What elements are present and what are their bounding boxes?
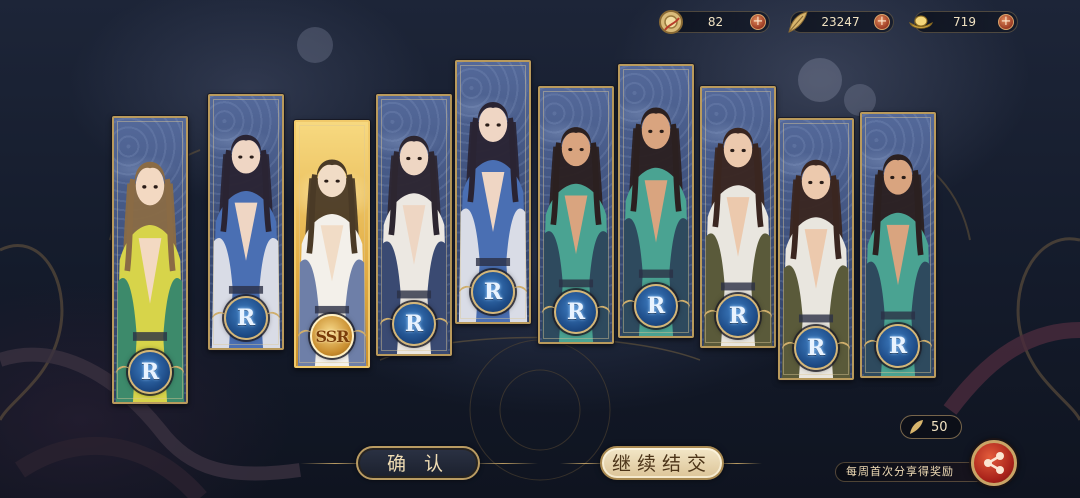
share-icon bbox=[984, 452, 1004, 474]
character-card[interactable]: R bbox=[538, 86, 614, 344]
share-hint: 每周首次分享得奖励 bbox=[835, 462, 985, 482]
rarity-label: R bbox=[728, 303, 748, 329]
character-card[interactable]: R bbox=[860, 112, 936, 378]
rarity-label: SSR bbox=[315, 326, 349, 346]
rarity-label: R bbox=[404, 311, 424, 337]
rarity-label: R bbox=[888, 333, 908, 359]
character-card[interactable]: R bbox=[376, 94, 452, 356]
character-card[interactable]: R bbox=[112, 116, 188, 404]
currency-coin: 82 + bbox=[659, 10, 770, 34]
character-card[interactable]: R bbox=[618, 64, 694, 338]
confirm-button[interactable]: 确 认 bbox=[356, 446, 480, 480]
rarity-label: R bbox=[140, 359, 160, 385]
add-feather-button[interactable]: + bbox=[874, 14, 890, 30]
character-card[interactable]: R bbox=[208, 94, 284, 350]
share-button[interactable] bbox=[971, 440, 1017, 486]
rarity-label: R bbox=[646, 293, 666, 319]
rarity-badge: R bbox=[128, 350, 172, 394]
character-card[interactable]: R bbox=[700, 86, 776, 348]
rarity-badge: R bbox=[876, 324, 920, 368]
add-gold-button[interactable]: + bbox=[998, 14, 1014, 30]
character-card[interactable]: SSR bbox=[294, 120, 370, 368]
character-card[interactable]: R bbox=[455, 60, 531, 324]
rarity-badge: R bbox=[471, 270, 515, 314]
currency-feather: 23247 + bbox=[788, 11, 894, 33]
rarity-label: R bbox=[566, 299, 586, 325]
rarity-label: R bbox=[806, 335, 826, 361]
rarity-badge: R bbox=[716, 294, 760, 338]
character-card[interactable]: R bbox=[778, 118, 854, 380]
reward-amount: 50 bbox=[931, 419, 948, 435]
add-coin-button[interactable]: + bbox=[750, 14, 766, 30]
share-reward: 50 bbox=[900, 415, 962, 439]
gold-ingot-icon bbox=[908, 15, 934, 29]
continue-button[interactable]: 继续结交 bbox=[600, 446, 724, 480]
rarity-badge: R bbox=[224, 296, 268, 340]
coin-icon bbox=[659, 10, 683, 34]
rarity-badge: R bbox=[634, 284, 678, 328]
feather-icon bbox=[788, 11, 808, 33]
rarity-badge: R bbox=[554, 290, 598, 334]
rarity-label: R bbox=[483, 279, 503, 305]
feather-icon bbox=[910, 420, 923, 434]
rarity-badge: R bbox=[794, 326, 838, 370]
currency-gold: 719 + bbox=[908, 11, 1018, 33]
rarity-label: R bbox=[236, 305, 256, 331]
rarity-badge: SSR bbox=[310, 314, 354, 358]
rarity-badge: R bbox=[392, 302, 436, 346]
